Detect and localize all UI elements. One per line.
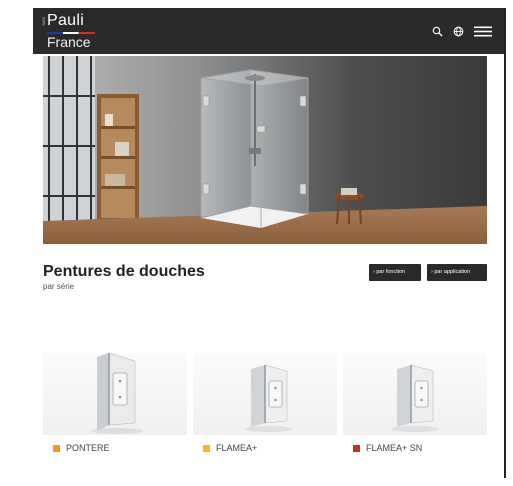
section-title: Pentures de douches	[43, 263, 205, 280]
product-card-pontere[interactable]: PONTERE	[43, 353, 187, 468]
logo-country-text: France	[47, 34, 91, 50]
product-color-square	[353, 444, 360, 452]
product-image[interactable]	[43, 353, 187, 435]
par-application-button[interactable]: › par application	[427, 264, 487, 281]
product-label[interactable]: FLAMEA+ SN	[353, 443, 422, 453]
product-image[interactable]	[343, 353, 487, 435]
logo-brand-text: Pauli	[47, 12, 85, 29]
pauli-france-logo[interactable]: SAS Pauli France	[41, 12, 101, 50]
product-name: PONTERE	[66, 443, 110, 453]
product-color-square	[203, 444, 210, 452]
globe-icon[interactable]	[453, 26, 464, 37]
logo-sas-text: SAS	[41, 17, 46, 26]
header-icons	[432, 22, 492, 40]
product-card-flamea-plus-sn[interactable]: FLAMEA+ SN	[343, 353, 487, 468]
product-name: FLAMEA+	[216, 443, 258, 453]
hinge-illustration	[91, 353, 143, 434]
section-subtitle: par série	[43, 282, 75, 291]
product-image[interactable]	[193, 353, 337, 435]
product-name: FLAMEA+ SN	[366, 443, 423, 453]
search-icon[interactable]	[432, 26, 443, 37]
product-grid: PONTERE FLAMEA+ FLAMEA+ SN	[43, 353, 487, 473]
shower-scene-illustration	[43, 56, 487, 244]
product-color-square	[53, 444, 60, 452]
hinge-illustration	[245, 364, 293, 432]
product-card-flamea-plus[interactable]: FLAMEA+	[193, 353, 337, 468]
hero-banner-image	[43, 56, 487, 244]
site-header: SAS Pauli France	[33, 8, 504, 54]
product-label[interactable]: FLAMEA+	[203, 443, 257, 453]
browser-frame: SAS Pauli France Pentures de douches par…	[33, 8, 506, 478]
product-label[interactable]: PONTERE	[53, 443, 110, 453]
hinge-illustration	[391, 364, 439, 432]
menu-icon[interactable]	[474, 26, 492, 37]
par-fonction-button[interactable]: › par fonction	[369, 264, 421, 281]
